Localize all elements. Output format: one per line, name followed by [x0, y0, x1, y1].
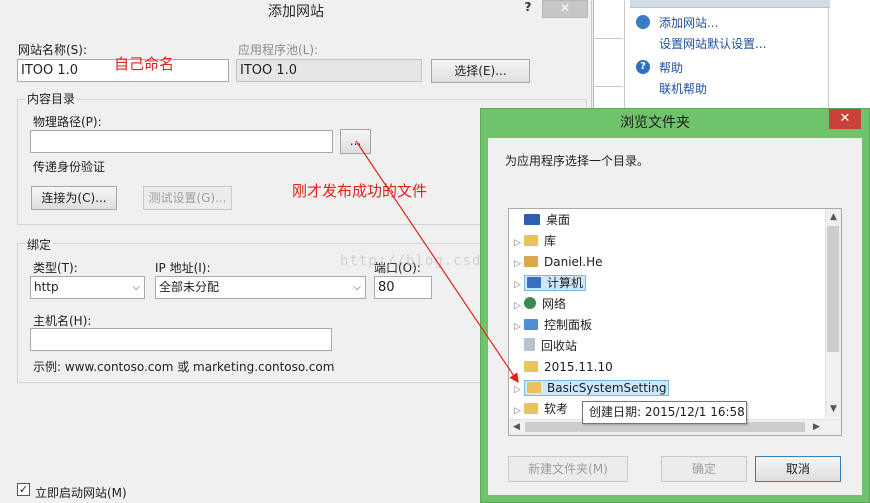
- annotation-arrow: [355, 140, 519, 383]
